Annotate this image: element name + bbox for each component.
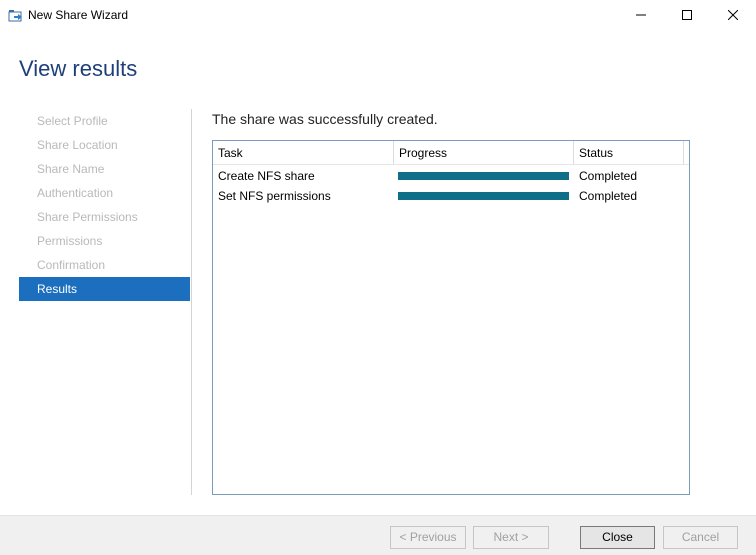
progress-bar-fill	[398, 172, 569, 180]
footer: < Previous Next > Close Cancel	[0, 515, 756, 555]
nav-item-results[interactable]: Results	[19, 277, 190, 301]
progress-bar	[398, 172, 569, 180]
cancel-button[interactable]: Cancel	[663, 526, 738, 549]
success-message: The share was successfully created.	[212, 111, 438, 127]
maximize-icon	[682, 10, 692, 20]
page-title: View results	[19, 56, 138, 81]
status-cell: Completed	[579, 189, 638, 203]
progress-bar-fill	[398, 192, 569, 200]
results-table: Task Progress Status Create NFS share Co…	[212, 140, 690, 495]
progress-cell	[394, 192, 574, 200]
table-header: Task Progress Status	[213, 141, 689, 165]
close-window-button[interactable]	[710, 0, 756, 30]
table-row[interactable]: Create NFS share Completed	[213, 166, 689, 186]
column-header-filler	[684, 141, 689, 165]
nav-item-select-profile: Select Profile	[37, 114, 108, 128]
minimize-icon	[636, 14, 646, 16]
progress-bar	[398, 192, 569, 200]
nav-item-permissions: Permissions	[37, 234, 103, 248]
column-header-progress[interactable]: Progress	[394, 141, 574, 165]
status-cell: Completed	[579, 169, 638, 183]
nav-item-confirmation: Confirmation	[37, 258, 106, 272]
task-cell: Create NFS share	[218, 169, 315, 183]
table-row[interactable]: Set NFS permissions Completed	[213, 186, 689, 206]
maximize-button[interactable]	[664, 0, 710, 30]
task-cell: Set NFS permissions	[218, 189, 331, 203]
nav-item-share-location: Share Location	[37, 138, 118, 152]
column-header-task[interactable]: Task	[213, 141, 394, 165]
share-wizard-icon	[8, 7, 24, 23]
next-button[interactable]: Next >	[473, 526, 549, 549]
close-button[interactable]: Close	[580, 526, 655, 549]
wizard-nav: Select Profile Share Location Share Name…	[19, 109, 190, 301]
previous-button[interactable]: < Previous	[390, 526, 466, 549]
nav-item-share-permissions: Share Permissions	[37, 210, 138, 224]
column-header-status[interactable]: Status	[574, 141, 684, 165]
minimize-button[interactable]	[618, 0, 664, 30]
nav-item-authentication: Authentication	[37, 186, 114, 200]
progress-cell	[394, 172, 574, 180]
window-title: New Share Wizard	[28, 8, 129, 22]
nav-divider	[191, 109, 192, 495]
title-bar: New Share Wizard	[0, 0, 756, 30]
close-icon	[728, 10, 738, 20]
nav-item-share-name: Share Name	[37, 162, 105, 176]
